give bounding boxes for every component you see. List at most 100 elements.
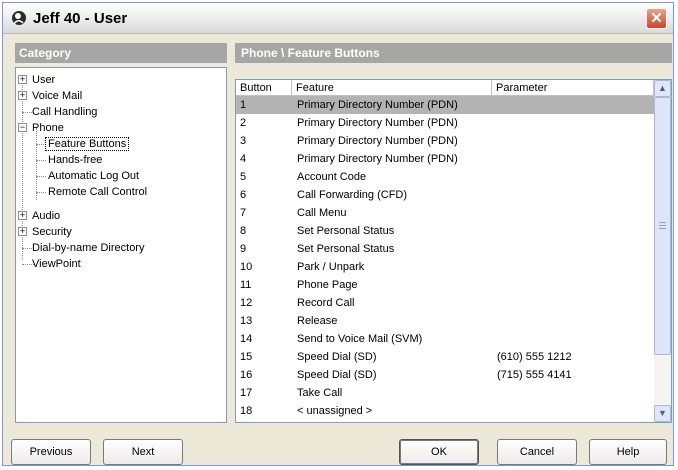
cancel-button[interactable]: Cancel bbox=[497, 439, 577, 465]
feature-cell: Primary Directory Number (PDN) bbox=[297, 99, 458, 111]
feature-cell: Record Call bbox=[297, 297, 355, 309]
next-button[interactable]: Next bbox=[103, 439, 183, 465]
category-header: Category bbox=[15, 43, 227, 63]
help-button[interactable]: Help bbox=[589, 439, 667, 465]
close-icon[interactable]: ✕ bbox=[646, 8, 667, 29]
collapse-icon[interactable]: − bbox=[18, 123, 27, 132]
tree-item-label: Feature Buttons bbox=[45, 137, 130, 151]
tree-item-dial-by-name-directory[interactable]: Dial-by-name Directory bbox=[32, 240, 144, 256]
tree-phone-line bbox=[36, 128, 37, 200]
feature-cell: Account Code bbox=[297, 171, 367, 183]
button-cell: 16 bbox=[240, 369, 253, 381]
button-cell: 11 bbox=[240, 279, 252, 291]
tree-item-feature-buttons[interactable]: Feature Buttons bbox=[45, 136, 130, 152]
expand-icon[interactable]: + bbox=[18, 91, 27, 100]
column-header-parameter[interactable]: Parameter bbox=[492, 80, 654, 96]
feature-cell: Speed Dial (SD) bbox=[297, 351, 377, 363]
ok-button[interactable]: OK bbox=[399, 439, 479, 465]
tree-item-label: Hands-free bbox=[48, 154, 103, 166]
tree-item-label: User bbox=[32, 74, 56, 86]
table-header: Button Feature Parameter bbox=[236, 80, 654, 96]
tree-item-label: Call Handling bbox=[32, 106, 98, 118]
feature-cell: Call Forwarding (CFD) bbox=[297, 189, 408, 201]
previous-button[interactable]: Previous bbox=[11, 439, 91, 465]
tree-item-label: Phone bbox=[32, 122, 64, 134]
feature-cell: Release bbox=[297, 315, 338, 327]
table-row[interactable]: 18 < unassigned > bbox=[236, 402, 654, 420]
tree-item-label: Voice Mail bbox=[32, 90, 83, 102]
parameter-cell: (715) 555 4141 bbox=[497, 369, 572, 381]
table-row[interactable]: 1 Primary Directory Number (PDN) bbox=[236, 96, 654, 114]
tree-item-automatic-log-out[interactable]: Automatic Log Out bbox=[48, 168, 139, 184]
tree-item-label: Automatic Log Out bbox=[48, 170, 140, 182]
next-button-label: Next bbox=[131, 446, 155, 458]
column-header-feature[interactable]: Feature bbox=[292, 80, 492, 96]
feature-buttons-table[interactable]: Button Feature Parameter 1 Primary Direct… bbox=[235, 79, 672, 423]
table-row[interactable]: 5 Account Code bbox=[236, 168, 654, 186]
feature-cell: Primary Directory Number (PDN) bbox=[297, 117, 458, 129]
button-cell: 4 bbox=[240, 153, 247, 165]
button-cell: 7 bbox=[240, 207, 247, 219]
table-row[interactable]: 6 Call Forwarding (CFD) bbox=[236, 186, 654, 204]
feature-cell: Phone Page bbox=[297, 279, 358, 291]
button-cell: 14 bbox=[240, 333, 253, 345]
feature-cell: Take Call bbox=[297, 387, 343, 399]
tree-item-label: ViewPoint bbox=[32, 258, 81, 270]
feature-cell: Primary Directory Number (PDN) bbox=[297, 135, 458, 147]
scroll-thumb[interactable] bbox=[654, 97, 671, 355]
scroll-down-icon[interactable]: ▼ bbox=[654, 405, 671, 422]
parameter-cell: (610) 555 1212 bbox=[497, 351, 572, 363]
table-row[interactable]: 13 Release bbox=[236, 312, 654, 330]
expand-icon[interactable]: + bbox=[18, 227, 27, 236]
table-row[interactable]: 17 Take Call bbox=[236, 384, 654, 402]
table-row[interactable]: 12 Record Call bbox=[236, 294, 654, 312]
table-row[interactable]: 11 Phone Page bbox=[236, 276, 654, 294]
button-cell: 6 bbox=[240, 189, 247, 201]
tree-item-remote-call-control[interactable]: Remote Call Control bbox=[48, 184, 147, 200]
table-row[interactable]: 2 Primary Directory Number (PDN) bbox=[236, 114, 654, 132]
feature-cell: Park / Unpark bbox=[297, 261, 365, 273]
title-bar[interactable]: Jeff 40 - User ✕ bbox=[3, 3, 673, 34]
table-row[interactable]: 7 Call Menu bbox=[236, 204, 654, 222]
button-cell: 18 bbox=[240, 405, 253, 417]
table-row[interactable]: 16 Speed Dial (SD) (715) 555 4141 bbox=[236, 366, 654, 384]
category-tree[interactable]: + User + Voice Mail Call Handling − Phon… bbox=[15, 67, 227, 423]
vertical-scrollbar[interactable]: ▲ ▼ bbox=[654, 80, 671, 422]
button-cell: 9 bbox=[240, 243, 247, 255]
button-cell: 13 bbox=[240, 315, 253, 327]
user-icon bbox=[12, 11, 26, 25]
feature-cell: Speed Dial (SD) bbox=[297, 369, 377, 381]
cancel-button-label: Cancel bbox=[519, 446, 555, 458]
table-row[interactable]: 9 Set Personal Status bbox=[236, 240, 654, 258]
table-row[interactable]: 3 Primary Directory Number (PDN) bbox=[236, 132, 654, 150]
button-cell: 2 bbox=[240, 117, 247, 129]
tree-connector bbox=[36, 192, 46, 193]
button-cell: 5 bbox=[240, 171, 247, 183]
help-button-label: Help bbox=[616, 446, 640, 458]
feature-cell: < unassigned > bbox=[297, 405, 373, 417]
feature-cell: Send to Voice Mail (SVM) bbox=[297, 333, 423, 345]
user-settings-window: Jeff 40 - User ✕ Category Phone \ Featur… bbox=[2, 2, 674, 466]
tree-connector bbox=[36, 160, 46, 161]
column-header-button[interactable]: Button bbox=[236, 80, 292, 96]
scroll-up-icon[interactable]: ▲ bbox=[654, 80, 671, 97]
tree-item-viewpoint[interactable]: ViewPoint bbox=[32, 256, 81, 272]
tree-item-label: Security bbox=[32, 226, 72, 238]
button-cell: 17 bbox=[240, 387, 253, 399]
table-row[interactable]: 8 Set Personal Status bbox=[236, 222, 654, 240]
tree-item-label: Audio bbox=[32, 210, 61, 222]
section-header: Phone \ Feature Buttons bbox=[235, 43, 672, 63]
expand-icon[interactable]: + bbox=[18, 75, 27, 84]
table-row[interactable]: 4 Primary Directory Number (PDN) bbox=[236, 150, 654, 168]
expand-icon[interactable]: + bbox=[18, 211, 27, 220]
button-cell: 12 bbox=[240, 297, 253, 309]
tree-item-call-handling[interactable]: Call Handling bbox=[32, 104, 97, 120]
tree-item-hands-free[interactable]: Hands-free bbox=[48, 152, 102, 168]
table-row[interactable]: 15 Speed Dial (SD) (610) 555 1212 bbox=[236, 348, 654, 366]
button-cell: 3 bbox=[240, 135, 247, 147]
table-row[interactable]: 14 Send to Voice Mail (SVM) bbox=[236, 330, 654, 348]
feature-cell: Set Personal Status bbox=[297, 243, 395, 255]
grip-line bbox=[659, 228, 666, 229]
feature-cell: Primary Directory Number (PDN) bbox=[297, 153, 458, 165]
table-row[interactable]: 10 Park / Unpark bbox=[236, 258, 654, 276]
